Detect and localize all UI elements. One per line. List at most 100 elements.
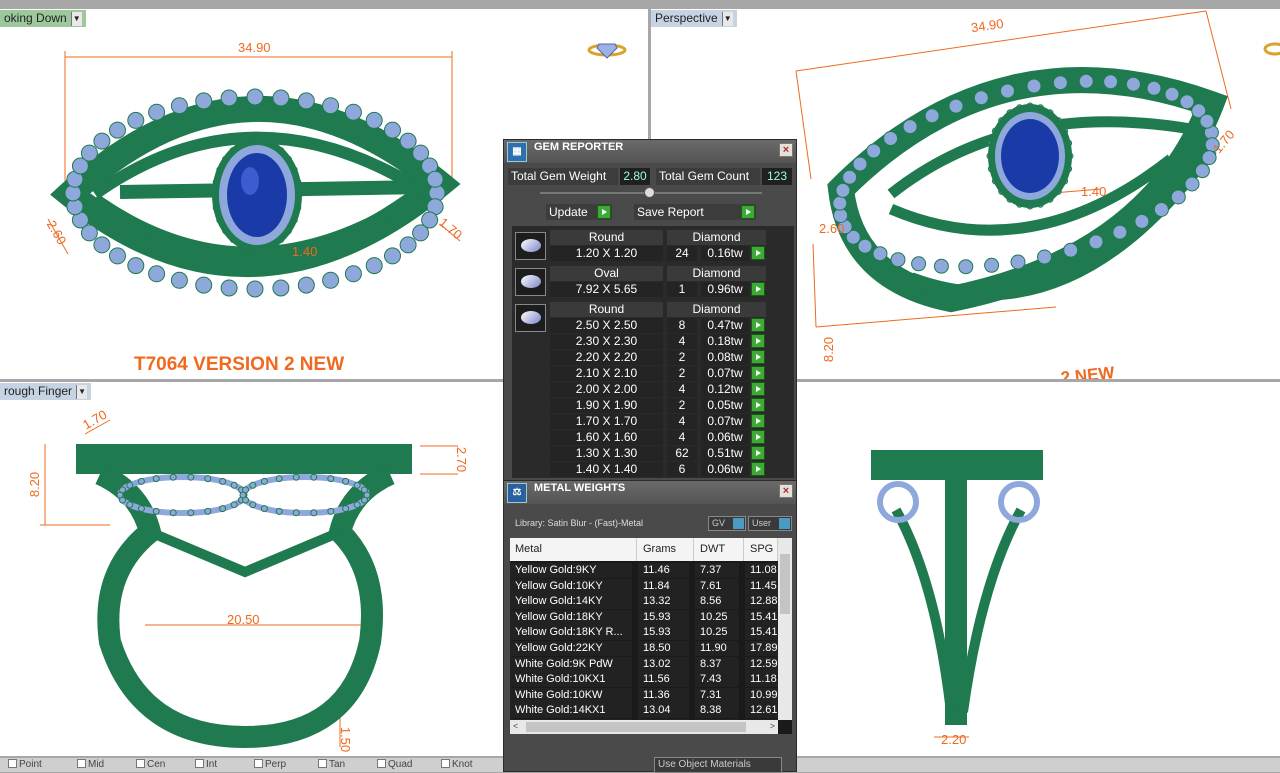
gem-size: 2.30 X 2.30	[550, 334, 663, 349]
horizontal-scrollbar[interactable]: < >	[510, 720, 778, 734]
table-cell: 11.45	[745, 578, 778, 594]
gem-bead	[958, 259, 974, 275]
table-row[interactable]: White Gold:10KW 11.36 7.31 10.99	[510, 687, 778, 703]
gem-bead	[1134, 213, 1150, 229]
metal-weights-titlebar[interactable]: ⚖ METAL WEIGHTS ×	[504, 481, 796, 504]
save-report-button[interactable]: Save Report	[634, 204, 756, 220]
gem-bead	[272, 89, 290, 107]
play-icon[interactable]	[751, 246, 765, 260]
vertical-scrollbar[interactable]	[778, 538, 792, 720]
play-icon[interactable]	[751, 414, 765, 428]
table-row[interactable]: Yellow Gold:22KY 18.50 11.90 17.89	[510, 641, 778, 656]
gem-count: 4	[667, 334, 697, 349]
table-row[interactable]: Yellow Gold:10KY 11.84 7.61 11.45	[510, 578, 778, 594]
play-icon[interactable]	[751, 318, 765, 332]
gem-bead	[933, 258, 949, 274]
use-object-materials-toggle[interactable]: Use Object Materials	[654, 757, 782, 773]
gem-bead	[361, 496, 368, 504]
column-header[interactable]: DWT	[695, 538, 744, 561]
slider-knob[interactable]	[644, 187, 655, 198]
viewport-top-tab[interactable]: oking Down ▼	[0, 10, 86, 27]
metal-weights-title: METAL WEIGHTS	[534, 482, 626, 494]
dim-side-bottom: 2.20	[941, 732, 967, 747]
chevron-down-icon[interactable]: ▼	[721, 11, 733, 26]
play-icon[interactable]	[751, 446, 765, 460]
table-row[interactable]: Yellow Gold:18KY 15.93 10.25 15.41	[510, 609, 778, 625]
checkbox-icon[interactable]	[318, 759, 327, 768]
osnap-checkbox[interactable]: Tan	[318, 759, 345, 770]
chevron-down-icon[interactable]: ▼	[76, 384, 88, 399]
column-header[interactable]: SPG	[745, 538, 778, 561]
viewport-perspective-tab[interactable]: Perspective ▼	[651, 10, 737, 27]
osnap-checkbox[interactable]: Perp	[254, 759, 286, 770]
play-icon[interactable]	[751, 350, 765, 364]
chevron-down-icon[interactable]: ▼	[70, 11, 82, 26]
checkbox-icon[interactable]	[254, 759, 263, 768]
gem-bead	[1078, 73, 1094, 89]
play-icon[interactable]	[751, 462, 765, 476]
checkbox-icon[interactable]	[77, 759, 86, 768]
gem-bead	[297, 276, 315, 294]
osnap-checkbox[interactable]: Point	[8, 759, 42, 770]
gem-bead	[1146, 80, 1162, 96]
gem-bead	[1088, 234, 1104, 250]
osnap-checkbox[interactable]: Quad	[377, 759, 412, 770]
metal-weights-panel[interactable]: ⚖ METAL WEIGHTS × Library: Satin Blur - …	[503, 480, 797, 773]
scroll-thumb[interactable]	[780, 554, 790, 614]
play-icon[interactable]	[751, 398, 765, 412]
chevron-left-icon[interactable]: <	[513, 721, 518, 731]
table-cell: 12.88	[745, 594, 778, 610]
table-cell: 13.04	[638, 703, 689, 719]
gem-reporter-panel[interactable]: ▦ GEM REPORTER × Total Gem Weight 2.80 T…	[503, 139, 797, 483]
close-icon[interactable]: ×	[779, 143, 793, 157]
chevron-right-icon[interactable]: >	[770, 721, 775, 731]
close-icon[interactable]: ×	[779, 484, 793, 498]
play-icon[interactable]	[741, 205, 755, 219]
table-cell: 11.18	[745, 672, 778, 688]
play-icon[interactable]	[751, 430, 765, 444]
user-toggle[interactable]: User	[748, 516, 792, 531]
gem-bead	[322, 271, 340, 289]
osnap-checkbox[interactable]: Cen	[136, 759, 165, 770]
play-icon[interactable]	[751, 282, 765, 296]
checkbox-icon[interactable]	[136, 759, 145, 768]
metal-weights-table[interactable]: Metal Grams DWT SPG Yellow Gold:9KY 11.46…	[510, 538, 792, 734]
osnap-label: Knot	[452, 759, 473, 770]
table-row[interactable]: Yellow Gold:9KY 11.46 7.37 11.08	[510, 563, 778, 578]
table-cell: 7.43	[695, 672, 739, 688]
play-icon[interactable]	[751, 366, 765, 380]
checkbox-icon[interactable]	[377, 759, 386, 768]
gem-count: 1	[667, 282, 697, 297]
checkbox-icon[interactable]	[195, 759, 204, 768]
osnap-checkbox[interactable]: Mid	[77, 759, 104, 770]
column-header[interactable]: Metal	[510, 538, 637, 561]
update-button[interactable]: Update	[546, 204, 612, 220]
gem-bead	[322, 97, 340, 115]
table-cell: 8.37	[695, 656, 739, 672]
gem-bead	[80, 144, 98, 162]
play-icon[interactable]	[751, 382, 765, 396]
play-icon[interactable]	[751, 334, 765, 348]
osnap-checkbox[interactable]: Knot	[441, 759, 473, 770]
table-row[interactable]: Yellow Gold:18KY R... 15.93 10.25 15.41	[510, 625, 778, 641]
gem-shape-icon	[515, 232, 546, 260]
table-row[interactable]: White Gold:14KX1 13.04 8.38 12.61	[510, 703, 778, 719]
play-icon[interactable]	[597, 205, 611, 219]
checkbox-icon[interactable]	[441, 759, 450, 768]
gem-reporter-titlebar[interactable]: ▦ GEM REPORTER ×	[504, 140, 796, 163]
table-row[interactable]: White Gold:10KX1 11.56 7.43 11.18	[510, 672, 778, 688]
gv-toggle[interactable]: GV	[708, 516, 746, 531]
gem-row: 1.40 X 1.40 6 0.06tw	[550, 462, 766, 477]
viewport-front-tab[interactable]: rough Finger ▼	[0, 383, 92, 400]
gem-weight: 0.96tw	[701, 282, 749, 297]
column-header[interactable]: Grams	[638, 538, 694, 561]
table-row[interactable]: Yellow Gold:14KY 13.32 8.56 12.88	[510, 594, 778, 610]
scroll-thumb[interactable]	[526, 722, 746, 732]
gem-size: 2.20 X 2.20	[550, 350, 663, 365]
checkbox-icon[interactable]	[8, 759, 17, 768]
table-cell: Yellow Gold:22KY	[510, 641, 632, 656]
osnap-checkbox[interactable]: Int	[195, 759, 217, 770]
gem-list[interactable]: Round Diamond 1.20 X 1.20 24 0.16tw Oval Diamo…	[512, 226, 794, 478]
table-row[interactable]: White Gold:9K PdW 13.02 8.37 12.59	[510, 656, 778, 672]
gem-totals-row: Total Gem Weight 2.80 Total Gem Count 12…	[508, 168, 792, 185]
